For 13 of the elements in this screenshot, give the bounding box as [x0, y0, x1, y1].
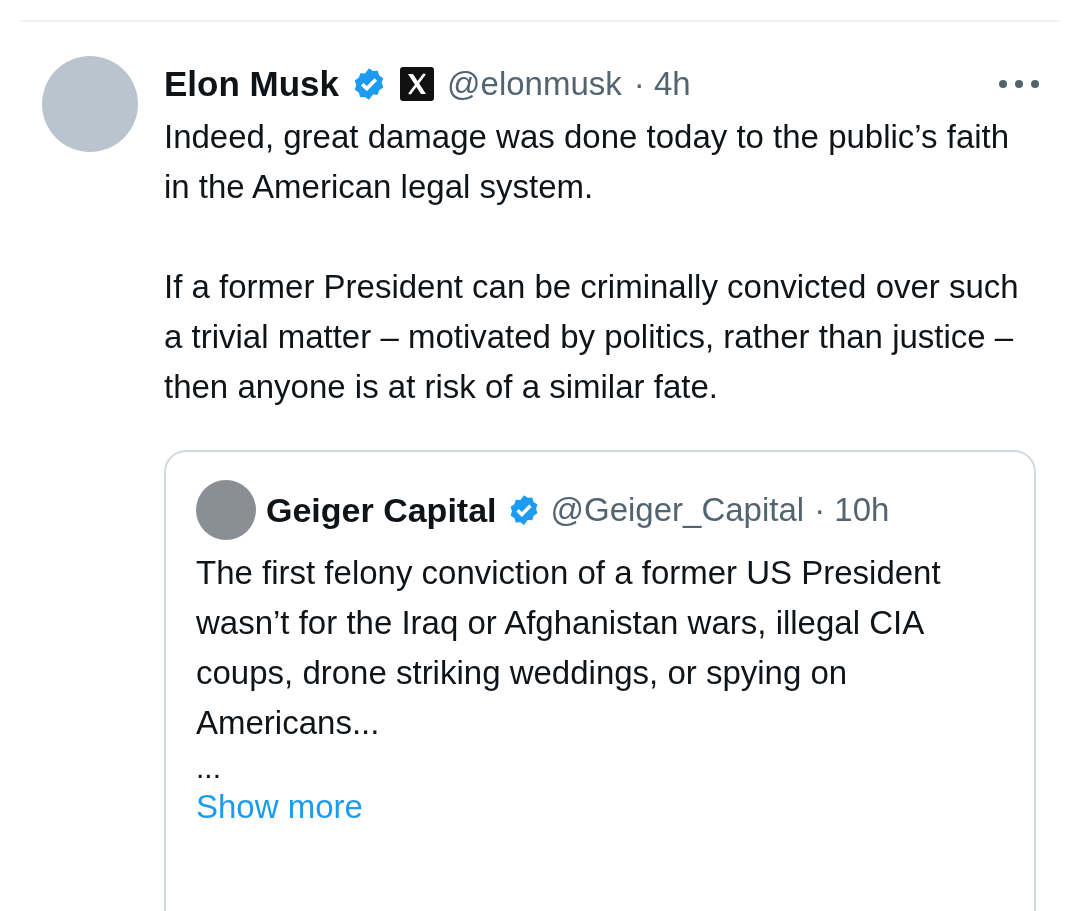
quoted-tweet-text: The first felony conviction of a former US President wasn’t for the Iraq or Afghanistan wars, illegal CIA coups, drone striking weddings, or spying on Americans...: [196, 553, 942, 743]
author-name: Geiger Capital: [266, 490, 497, 530]
post-time: · 10h: [814, 491, 890, 529]
author-handle[interactable]: @elonmusk: [447, 65, 622, 103]
tweet-text: Indeed, great damage was done today to the public’s faith in the American legal system.: [164, 117, 1011, 207]
more-icon[interactable]: [998, 79, 1040, 89]
tweet-text: If a former President can be criminally convicted over such a trivial matter – motivated by politics, rather than justice – then anyone is at risk of a similar fate.: [164, 267, 1020, 407]
quoted-tweet-card[interactable]: [164, 450, 1036, 911]
avatar-circle: [196, 480, 256, 540]
ellipsis-text: ...: [196, 750, 222, 786]
author-handle: @Geiger_Capital: [550, 491, 805, 529]
author-name[interactable]: Elon Musk: [164, 64, 340, 104]
post-time: · 4h: [633, 65, 691, 103]
